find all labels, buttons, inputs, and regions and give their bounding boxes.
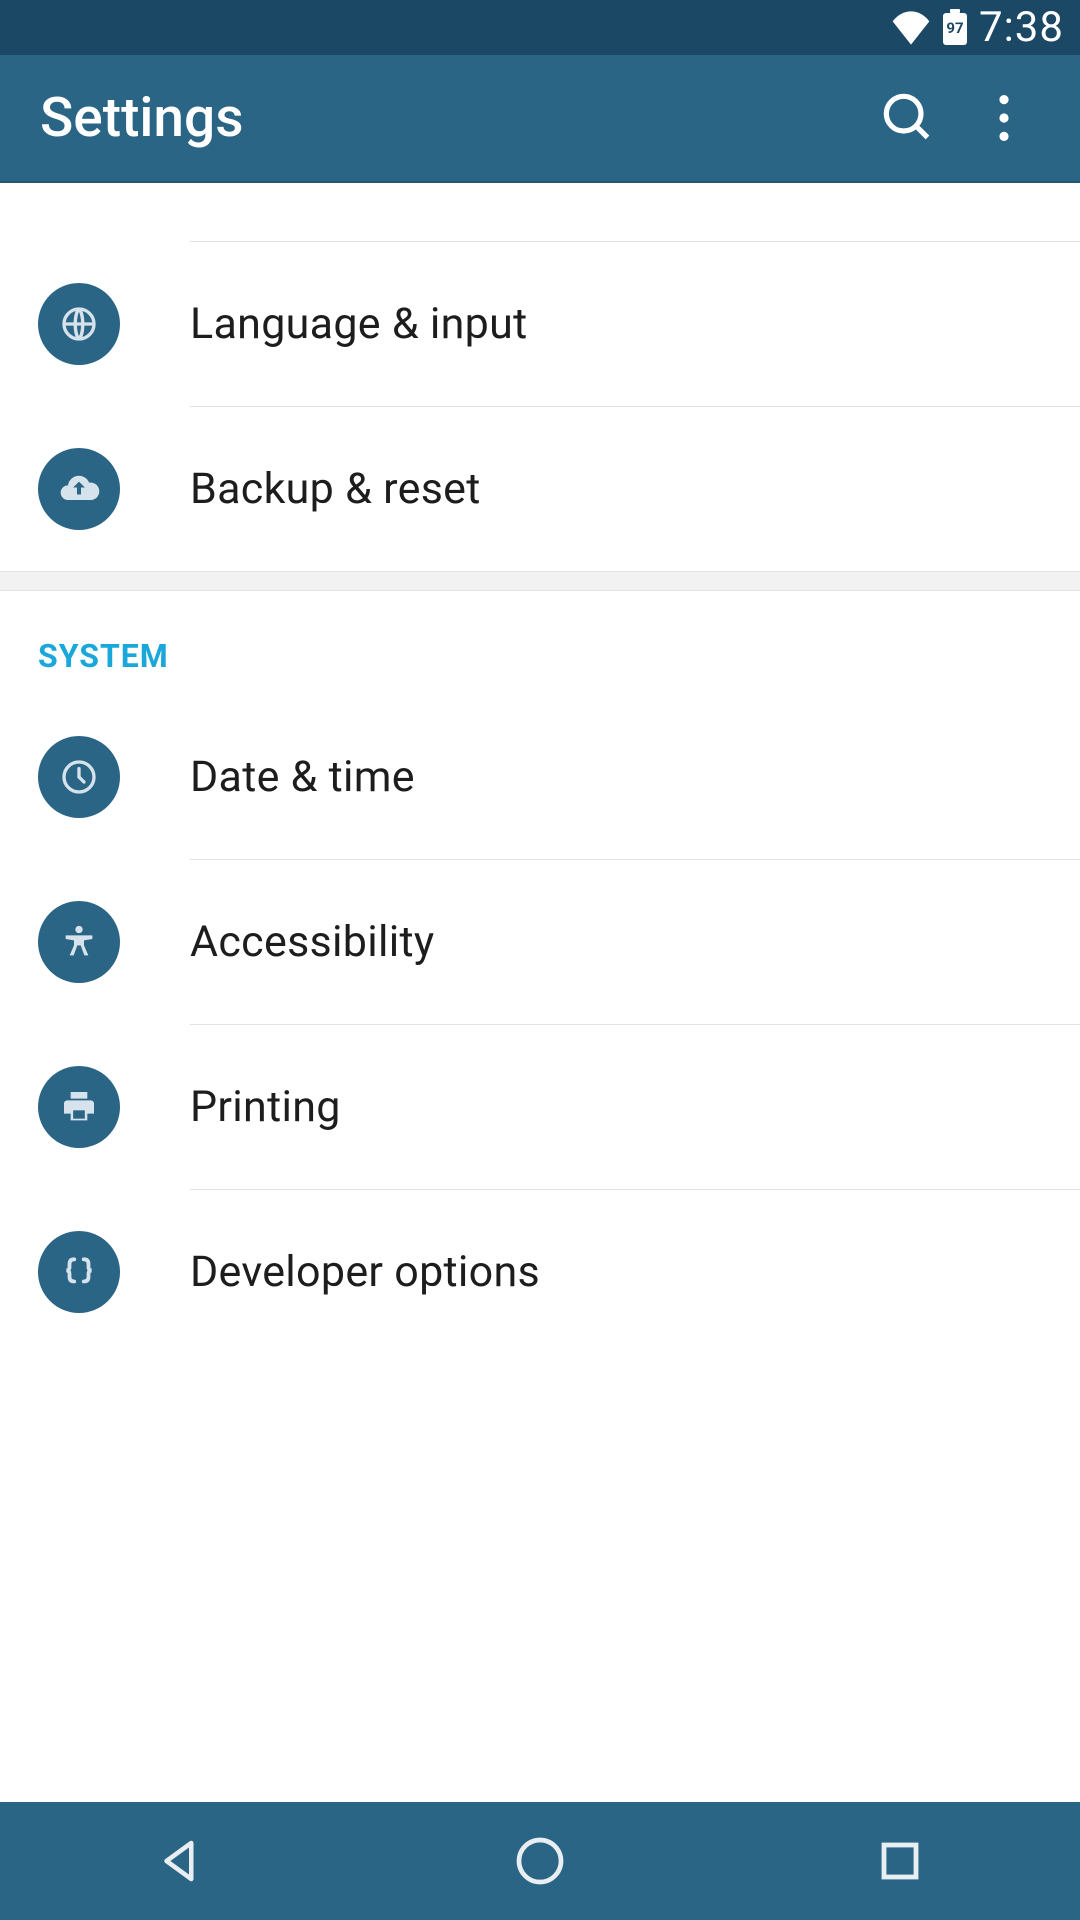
- printer-icon: [38, 1066, 120, 1148]
- list-item[interactable]: [0, 183, 1080, 201]
- section-header-system: SYSTEM: [0, 591, 1080, 695]
- more-vert-icon: [999, 95, 1009, 141]
- overflow-button[interactable]: [956, 70, 1052, 166]
- settings-list[interactable]: Language & input Backup & reset SYSTEM D…: [0, 183, 1080, 1802]
- search-button[interactable]: [860, 70, 956, 166]
- navigation-bar: [0, 1802, 1080, 1920]
- settings-item-date-time[interactable]: Date & time: [0, 695, 1080, 859]
- settings-item-developer-options[interactable]: Developer options: [0, 1190, 1080, 1354]
- home-icon: [512, 1833, 568, 1889]
- recents-icon: [876, 1837, 924, 1885]
- settings-item-label: Developer options: [190, 1247, 540, 1297]
- back-icon: [153, 1834, 207, 1888]
- settings-item-accessibility[interactable]: Accessibility: [0, 860, 1080, 1024]
- search-icon: [882, 92, 934, 144]
- status-bar: 97 7:38: [0, 0, 1080, 55]
- settings-item-language-input[interactable]: Language & input: [0, 242, 1080, 406]
- clock-icon: [38, 736, 120, 818]
- settings-item-label: Backup & reset: [190, 464, 481, 514]
- page-title: Settings: [40, 86, 860, 150]
- settings-item-label: Printing: [190, 1082, 341, 1132]
- settings-item-label: Date & time: [190, 752, 415, 802]
- cloud-upload-icon: [38, 448, 120, 530]
- globe-icon: [38, 283, 120, 365]
- battery-percent: 97: [943, 11, 967, 45]
- home-button[interactable]: [450, 1802, 630, 1920]
- recents-button[interactable]: [810, 1802, 990, 1920]
- app-bar: Settings: [0, 55, 1080, 183]
- wifi-icon: [891, 11, 931, 45]
- settings-item-label: Language & input: [190, 299, 527, 349]
- back-button[interactable]: [90, 1802, 270, 1920]
- settings-item-label: Accessibility: [190, 917, 435, 967]
- accessibility-icon: [38, 901, 120, 983]
- settings-item-backup-reset[interactable]: Backup & reset: [0, 407, 1080, 571]
- braces-icon: [38, 1231, 120, 1313]
- status-clock: 7:38: [979, 3, 1064, 52]
- section-divider: [0, 571, 1080, 591]
- settings-item-printing[interactable]: Printing: [0, 1025, 1080, 1189]
- battery-icon: 97: [943, 11, 967, 45]
